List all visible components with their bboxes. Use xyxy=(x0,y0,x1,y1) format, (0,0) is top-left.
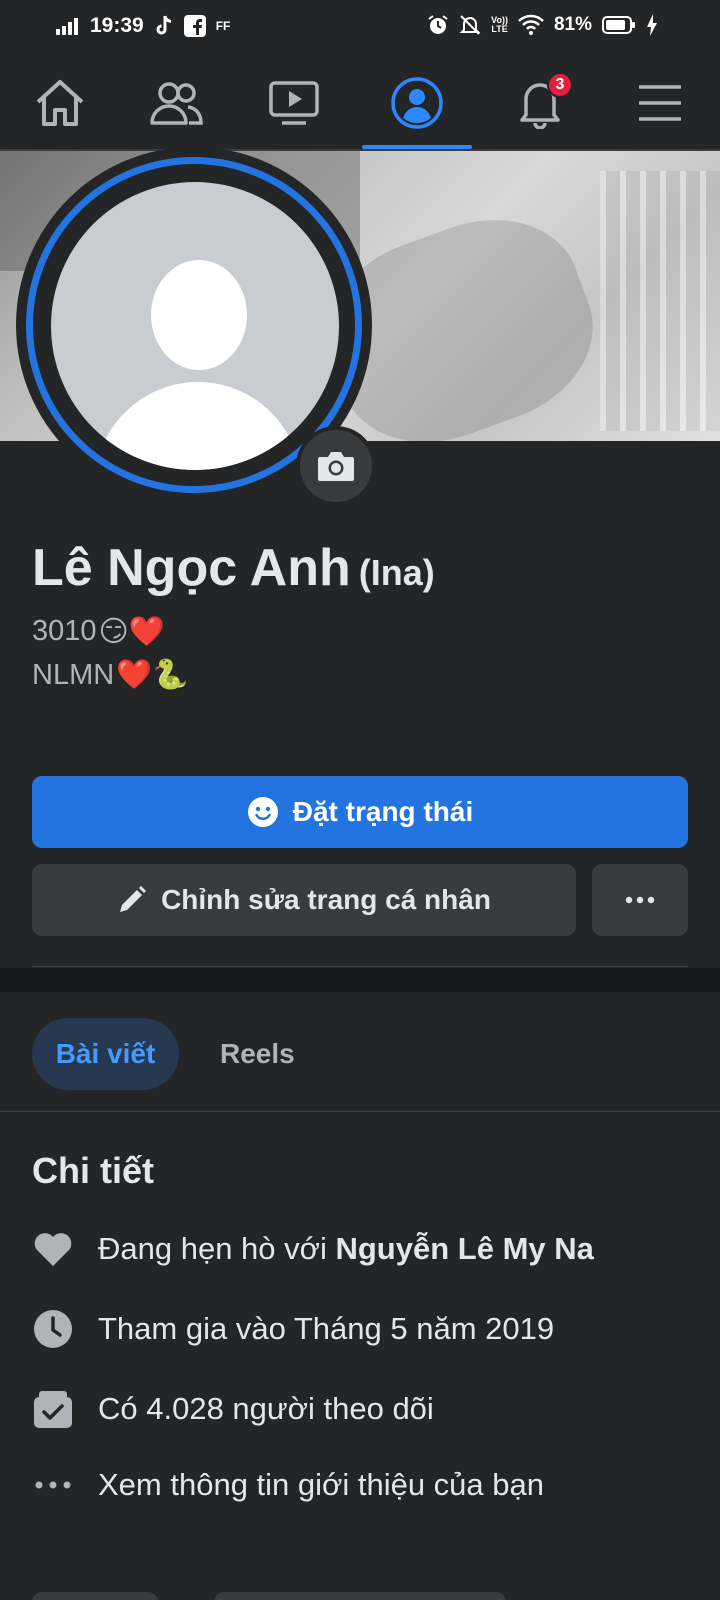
alarm-icon xyxy=(427,14,449,36)
more-options-button[interactable] xyxy=(592,864,688,936)
followers-text: Có 4.028 người theo dõi xyxy=(98,1391,434,1426)
bio-line-1-text: 3010 xyxy=(32,615,97,647)
camera-icon xyxy=(318,452,354,481)
followers-icon xyxy=(32,1388,74,1430)
profile-name: Lê Ngọc Anh xyxy=(32,539,351,597)
status-right: Vo)) LTE 81% xyxy=(427,14,658,36)
details-heading: Chi tiết xyxy=(32,1150,154,1191)
nav-menu[interactable] xyxy=(605,56,715,149)
more-horizontal-icon xyxy=(625,896,655,904)
bio-line-1-emoji: 😏❤️ xyxy=(98,616,165,648)
status-bar: 19:39 FF Vo)) LTE 81% xyxy=(0,0,720,56)
notification-badge: 3 xyxy=(547,72,573,98)
relationship-prefix: Đang hẹn hò với xyxy=(98,1231,336,1266)
bottom-partial-card[interactable] xyxy=(214,1592,506,1600)
profile-name-row: Lê Ngọc Anh (Ina) xyxy=(32,538,435,598)
relationship-text: Đang hẹn hò với Nguyễn Lê My Na xyxy=(98,1231,594,1267)
home-icon xyxy=(36,79,84,126)
clock-icon xyxy=(32,1308,74,1350)
profile-alt-name: (Ina) xyxy=(358,552,435,593)
detail-relationship: Đang hẹn hò với Nguyễn Lê My Na xyxy=(32,1228,594,1270)
nav-home[interactable] xyxy=(5,56,115,149)
smiley-icon xyxy=(247,797,278,827)
section-separator xyxy=(0,968,720,992)
detail-joined: Tham gia vào Tháng 5 năm 2019 xyxy=(32,1308,554,1350)
edit-profile-button[interactable]: Chỉnh sửa trang cá nhân xyxy=(32,864,576,936)
tab-posts[interactable]: Bài viết xyxy=(32,1018,179,1090)
pencil-icon xyxy=(120,886,147,912)
charging-icon xyxy=(646,14,658,36)
edit-profile-label: Chỉnh sửa trang cá nhân xyxy=(161,884,491,915)
bio-line-2-emoji: ❤️🐍 xyxy=(116,659,189,691)
bio-line-1: 3010 😏❤️ xyxy=(32,614,165,649)
detail-see-about[interactable]: Xem thông tin giới thiệu của bạn xyxy=(32,1464,544,1506)
profile-icon xyxy=(391,76,443,129)
status-left: 19:39 FF xyxy=(56,14,230,38)
friends-icon xyxy=(150,81,203,125)
set-status-label: Đặt trạng thái xyxy=(292,796,474,827)
tiktok-icon xyxy=(154,15,174,37)
tab-reels[interactable]: Reels xyxy=(210,1018,305,1090)
heart-icon xyxy=(32,1228,74,1270)
bio-line-2: NLMN ❤️🐍 xyxy=(32,658,188,692)
see-about-text: Xem thông tin giới thiệu của bạn xyxy=(98,1467,545,1502)
mute-icon xyxy=(459,14,481,36)
status-time: 19:39 xyxy=(90,14,144,37)
menu-icon xyxy=(639,84,681,121)
detail-followers[interactable]: Có 4.028 người theo dõi xyxy=(32,1388,434,1430)
top-navigation: 3 xyxy=(0,56,720,151)
nav-notifications[interactable]: 3 xyxy=(485,56,595,149)
signal-icon xyxy=(56,17,80,35)
joined-text: Tham gia vào Tháng 5 năm 2019 xyxy=(98,1311,555,1346)
battery-percent: 81% xyxy=(553,14,592,35)
more-dots-icon xyxy=(32,1464,74,1506)
bottom-partial-button[interactable] xyxy=(32,1592,158,1600)
nav-profile[interactable] xyxy=(362,56,472,149)
volte-label: LTE xyxy=(491,24,508,34)
avatar-placeholder xyxy=(51,182,339,470)
video-icon xyxy=(269,80,319,125)
relationship-partner-link[interactable]: Nguyễn Lê My Na xyxy=(335,1231,593,1266)
set-status-button[interactable]: Đặt trạng thái xyxy=(32,776,688,848)
battery-icon xyxy=(602,16,636,34)
nav-friends[interactable] xyxy=(121,56,231,149)
volte-icon: Vo)) LTE xyxy=(491,15,508,34)
facebook-icon xyxy=(183,15,206,37)
profile-tabs: Bài viết Reels xyxy=(0,992,720,1112)
divider xyxy=(32,966,688,967)
wifi-icon xyxy=(518,14,544,36)
change-photo-button[interactable] xyxy=(296,426,376,506)
nav-watch[interactable] xyxy=(239,56,349,149)
bio-line-2-text: NLMN xyxy=(32,658,115,691)
ff-badge: FF xyxy=(215,19,231,33)
